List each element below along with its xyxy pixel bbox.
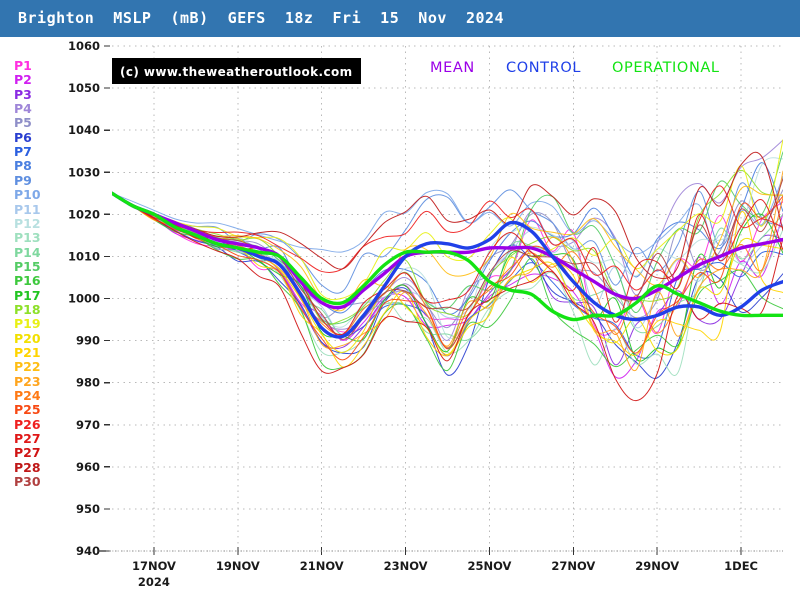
x-axis-year-label: 2024 <box>138 575 170 589</box>
y-axis-label: 1030 <box>68 165 100 179</box>
x-axis-label: 25NOV <box>467 559 511 573</box>
y-axis-label: 1060 <box>68 39 100 53</box>
watermark: (c) www.theweatheroutlook.com <box>112 58 361 84</box>
y-axis-label: 1010 <box>68 249 100 263</box>
x-axis-label: 23NOV <box>384 559 428 573</box>
y-axis-label: 1050 <box>68 81 100 95</box>
watermark-text: (c) www.theweatheroutlook.com <box>120 65 353 79</box>
y-axis-label: 970 <box>76 418 100 432</box>
y-axis-label: 1020 <box>68 207 100 221</box>
x-axis-label: 19NOV <box>216 559 260 573</box>
series-line-p28 <box>112 151 783 280</box>
ensemble-lines <box>112 139 783 402</box>
y-axis-label: 980 <box>76 376 100 390</box>
legend-control: CONTROL <box>506 60 582 76</box>
x-axis-label: 1DEC <box>724 559 758 573</box>
y-axis-label: 1040 <box>68 123 100 137</box>
y-axis-label: 960 <box>76 460 100 474</box>
grid-lines <box>112 45 783 552</box>
x-axis-label: 29NOV <box>635 559 679 573</box>
chart-area: 940 950 960 970 980 990 1000 1010 1020 1030 1040 10… <box>0 37 800 600</box>
y-axis-label: 940 <box>76 544 100 558</box>
x-axis-label: 27NOV <box>551 559 595 573</box>
x-axis-ticks: 17NOV 2024 19NOV 21NOV 23NOV 25NOV 27NOV 29NOV 1… <box>132 547 758 589</box>
x-axis-label: 21NOV <box>300 559 344 573</box>
y-axis-label: 950 <box>76 502 100 516</box>
title-bar: Brighton MSLP (mB) GEFS 18z Fri 15 Nov 2… <box>0 0 800 37</box>
series-line-p16 <box>112 192 783 372</box>
series-line-control <box>112 191 783 339</box>
legend-operational: OPERATIONAL <box>612 60 720 76</box>
mslp-spaghetti-chart: 940 950 960 970 980 990 1000 1010 1020 1030 1040 10… <box>68 39 783 589</box>
page-title: Brighton MSLP (mB) GEFS 18z Fri 15 Nov 2… <box>18 9 505 27</box>
legend-mean: MEAN <box>430 60 475 76</box>
y-axis-ticks: 940 950 960 970 980 990 1000 1010 1020 1030 1040 10… <box>68 39 110 558</box>
y-axis-label: 1000 <box>68 292 100 306</box>
y-axis-label: 990 <box>76 334 100 348</box>
x-axis-label: 17NOV <box>132 559 176 573</box>
